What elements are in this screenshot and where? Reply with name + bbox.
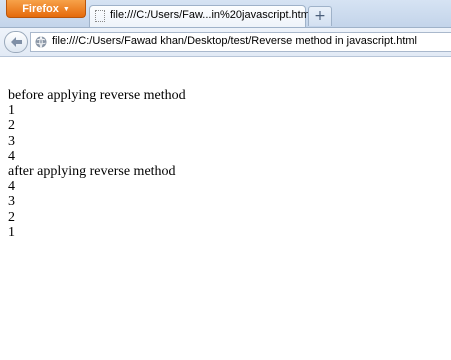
navigation-toolbar: file:///C:/Users/Fawad khan/Desktop/test…: [0, 27, 451, 57]
after-heading: after applying reverse method: [8, 164, 176, 180]
after-value: 3: [8, 194, 15, 210]
after-value: 2: [8, 209, 15, 225]
globe-icon: [35, 36, 47, 48]
tab-strip: Firefox ▼ file:///C:/Users/Faw...in%20jav…: [0, 0, 451, 27]
firefox-menu-label: Firefox: [22, 3, 59, 15]
before-value: 4: [8, 148, 15, 164]
before-heading: before applying reverse method: [8, 88, 186, 103]
page-content: before applying reverse method 1 2 3 4 a…: [0, 57, 451, 360]
before-value: 3: [8, 133, 15, 149]
browser-tab[interactable]: file:///C:/Users/Faw...in%20javascript.h…: [89, 5, 312, 27]
address-bar[interactable]: file:///C:/Users/Fawad khan/Desktop/test…: [30, 32, 451, 52]
chevron-down-icon: ▼: [62, 6, 70, 13]
after-value: 1: [8, 224, 15, 240]
page-body: before applying reverse method 1 2 3 4 a…: [8, 88, 186, 240]
back-arrow-icon: [11, 37, 22, 47]
before-value: 2: [8, 118, 15, 134]
back-button[interactable]: [4, 31, 28, 53]
firefox-menu-button[interactable]: Firefox ▼: [6, 0, 86, 18]
url-text: file:///C:/Users/Fawad khan/Desktop/test…: [52, 35, 417, 47]
new-tab-button[interactable]: +: [308, 6, 332, 26]
before-value: 1: [8, 103, 15, 119]
after-value: 4: [8, 179, 15, 195]
tab-title: file:///C:/Users/Faw...in%20javascript.h…: [110, 9, 313, 21]
blank-page-icon: [95, 10, 105, 22]
